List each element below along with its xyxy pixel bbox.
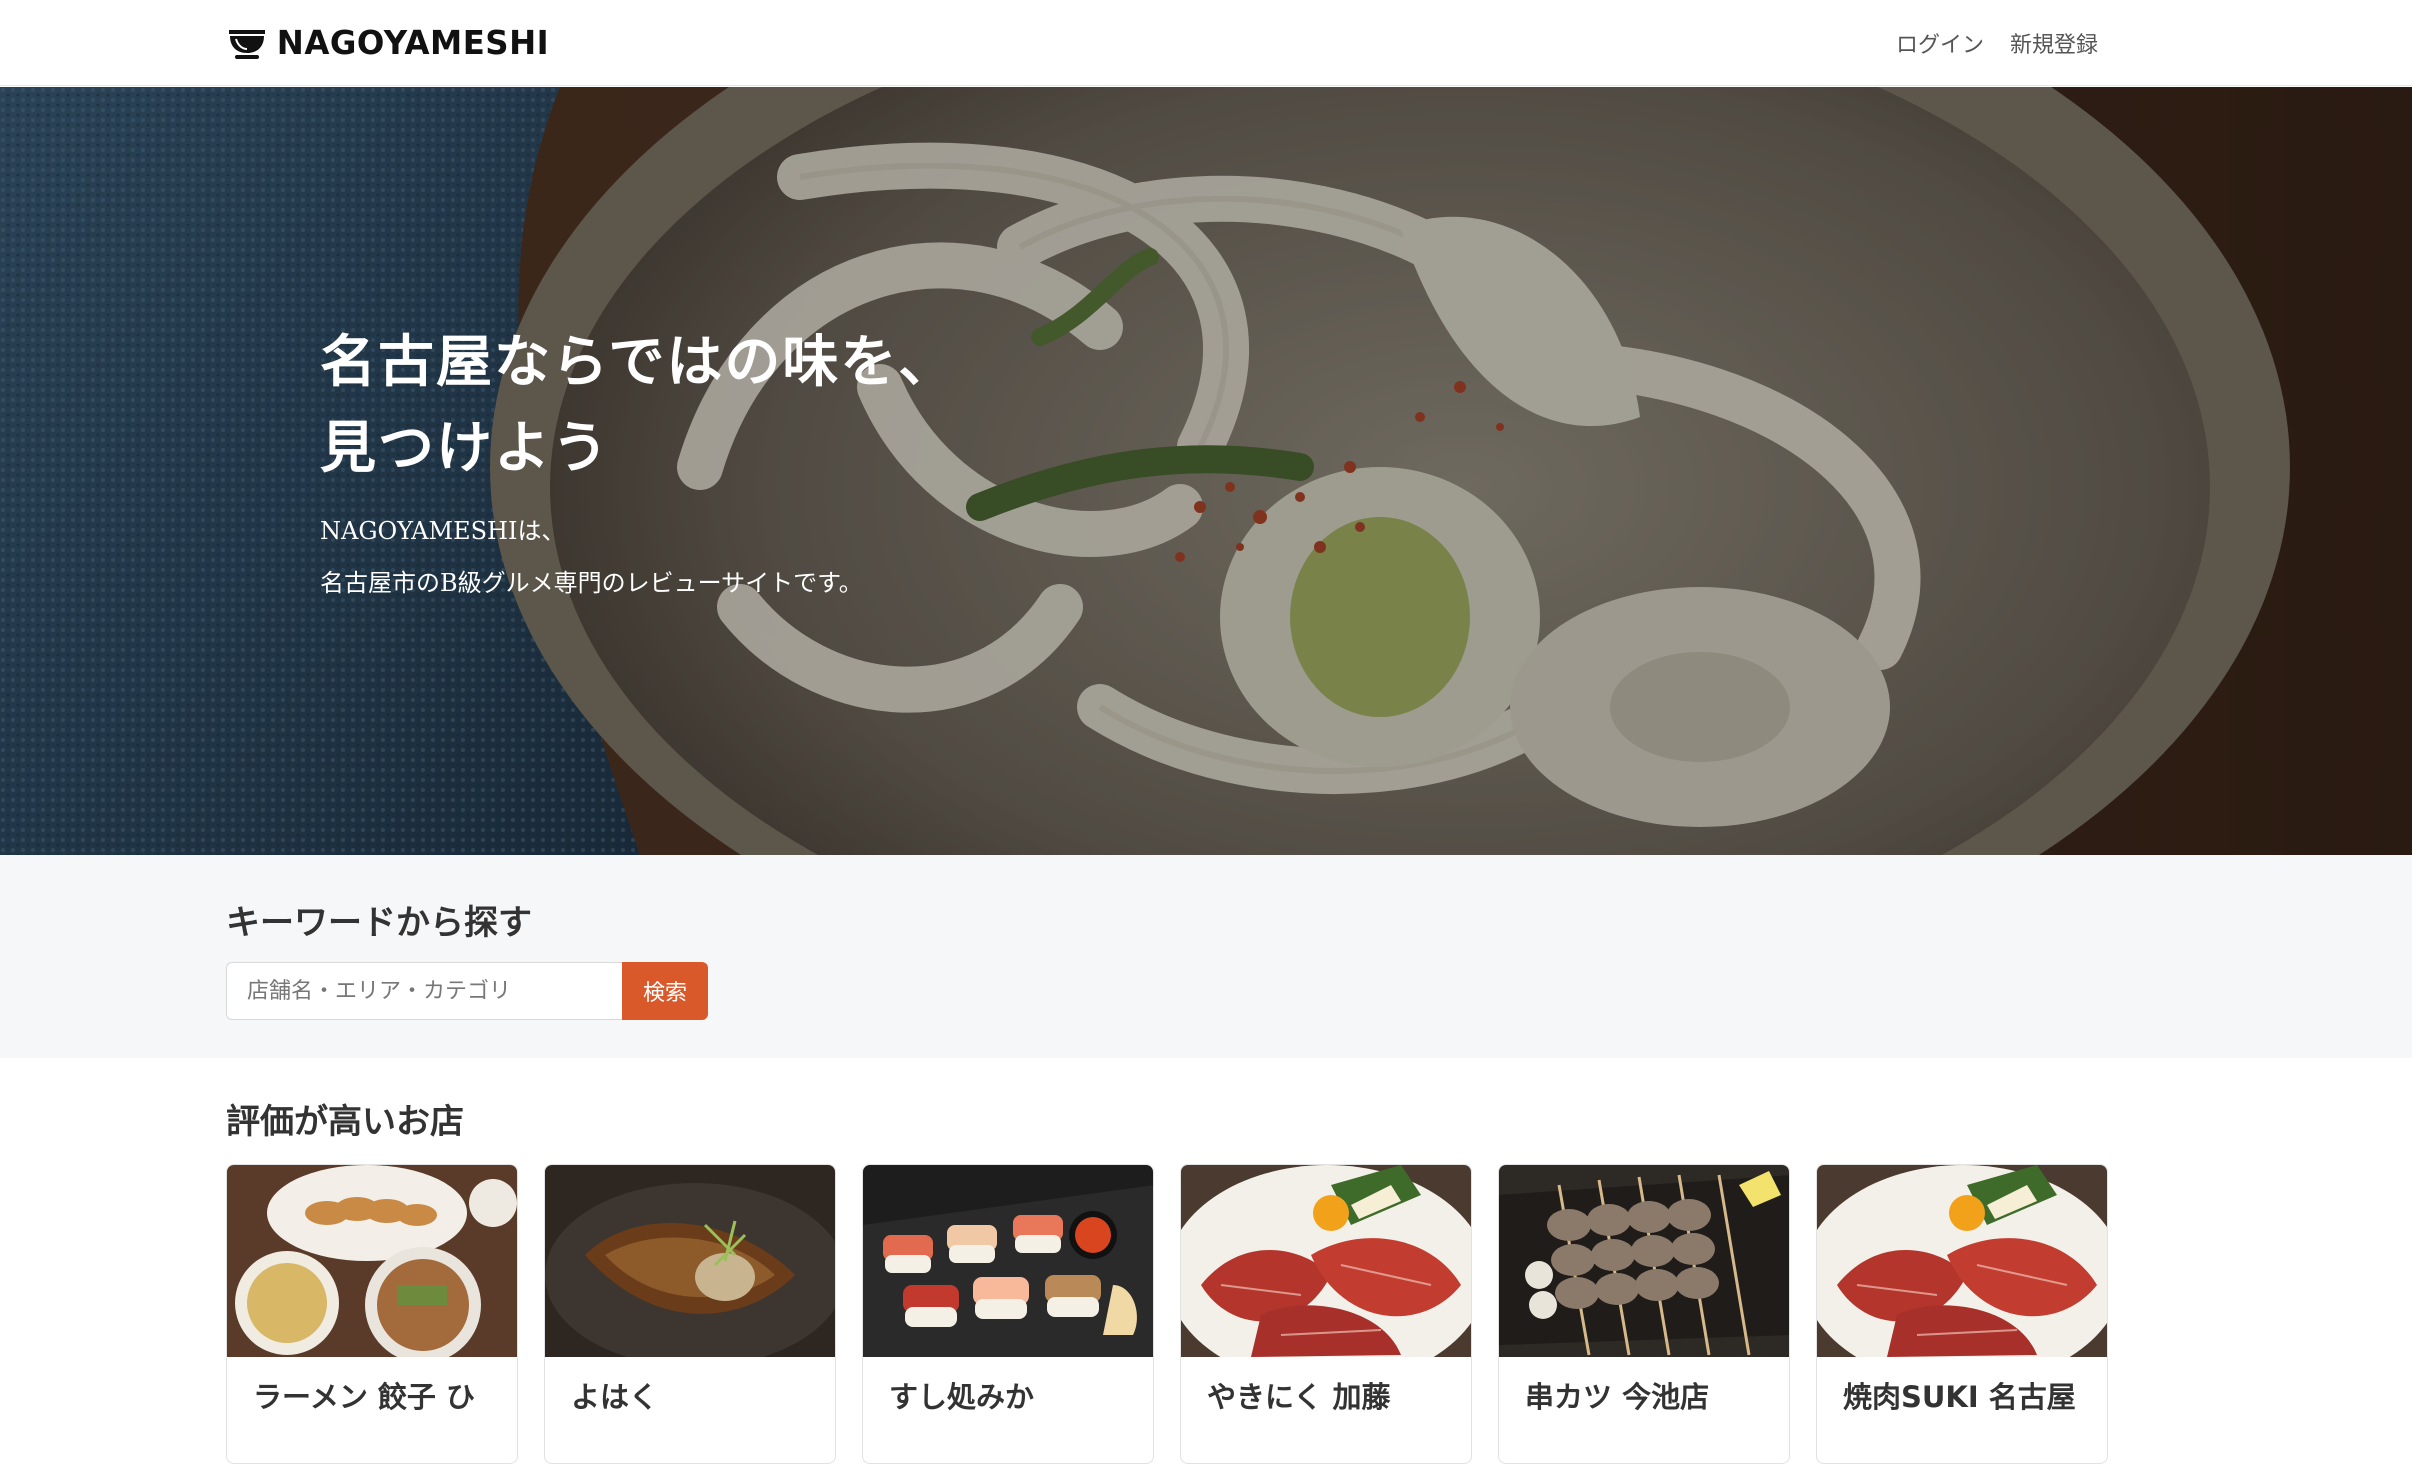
hero-subtitle-line1: NAGOYAMESHIは、 bbox=[320, 517, 566, 545]
store-card[interactable]: ラーメン 餃子 ひ bbox=[226, 1164, 518, 1464]
search-form: 検索 bbox=[226, 962, 708, 1020]
store-name: やきにく 加藤 bbox=[1207, 1380, 1391, 1414]
logo-text: NAGOYAMESHI bbox=[276, 22, 550, 62]
hero-title: 名古屋ならではの味を、 見つけよう bbox=[320, 319, 956, 491]
yakiniku-image bbox=[1817, 1165, 2107, 1357]
hero-title-line1: 名古屋ならではの味を、 bbox=[320, 329, 957, 395]
site-logo[interactable]: NAGOYAMESHI bbox=[226, 14, 552, 70]
search-heading: キーワードから探す bbox=[226, 903, 532, 943]
sushi-image bbox=[863, 1165, 1153, 1357]
bowl-icon bbox=[229, 30, 265, 59]
header-nav: ログイン 新規登録 bbox=[1896, 18, 2098, 68]
keyword-search-section: キーワードから探す 検索 bbox=[0, 855, 2412, 1058]
store-card[interactable]: やきにく 加藤 bbox=[1180, 1164, 1472, 1464]
site-header: NAGOYAMESHI ログイン 新規登録 bbox=[0, 0, 2412, 86]
store-name: 串カツ 今池店 bbox=[1525, 1380, 1710, 1414]
login-link[interactable]: ログイン bbox=[1896, 27, 1984, 59]
hero-subtitle: NAGOYAMESHIは、 名古屋市のB級グルメ専門のレビューサイトです。 bbox=[320, 505, 863, 609]
hero-section: 名古屋ならではの味を、 見つけよう NAGOYAMESHIは、 名古屋市のB級グ… bbox=[0, 87, 2412, 855]
store-card[interactable]: すし処みか bbox=[862, 1164, 1154, 1464]
hero-title-line2: 見つけよう bbox=[320, 415, 610, 481]
yakiniku-image bbox=[1181, 1165, 1471, 1357]
store-name: 焼肉SUKI 名古屋 bbox=[1843, 1380, 2076, 1414]
store-card[interactable]: よはく bbox=[544, 1164, 836, 1464]
ramen-gyoza-image bbox=[227, 1165, 517, 1357]
store-card[interactable]: 焼肉SUKI 名古屋 bbox=[1816, 1164, 2108, 1464]
hero-subtitle-line2: 名古屋市のB級グルメ専門のレビューサイトです。 bbox=[320, 569, 863, 597]
signup-link[interactable]: 新規登録 bbox=[2010, 27, 2098, 59]
store-name: ラーメン 餃子 ひ bbox=[253, 1380, 476, 1414]
kushi-skewers-image bbox=[1499, 1165, 1789, 1357]
store-name: すし処みか bbox=[889, 1380, 1035, 1414]
top-rated-heading: 評価が高いお店 bbox=[226, 1102, 464, 1142]
search-input[interactable] bbox=[226, 962, 622, 1020]
search-button[interactable]: 検索 bbox=[622, 962, 708, 1020]
store-card[interactable]: 串カツ 今池店 bbox=[1498, 1164, 1790, 1464]
store-name: よはく bbox=[571, 1380, 659, 1414]
top-rated-cards: ラーメン 餃子 ひ よはく すし処みか やきにく 加藤 串カツ 今池店 焼肉SU… bbox=[226, 1164, 2108, 1464]
simmered-fish-image bbox=[545, 1165, 835, 1357]
